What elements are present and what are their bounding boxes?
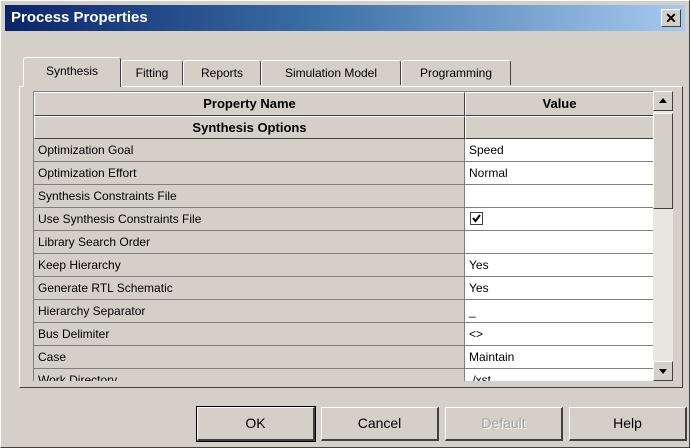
table-row[interactable]: Bus Delimiter <> xyxy=(34,323,653,346)
table-row[interactable]: Optimization Goal Speed xyxy=(34,139,653,162)
table-row[interactable]: Case Maintain xyxy=(34,346,653,369)
property-name: Case xyxy=(34,346,465,369)
property-name: Use Synthesis Constraints File xyxy=(34,208,465,231)
use-constraints-checkbox[interactable] xyxy=(470,212,483,225)
table-row[interactable]: Generate RTL Schematic Yes xyxy=(34,277,653,300)
property-name: Optimization Goal xyxy=(34,139,465,162)
table-row[interactable]: Use Synthesis Constraints File xyxy=(34,208,653,231)
cancel-button[interactable]: Cancel xyxy=(321,407,439,441)
close-icon: ✕ xyxy=(665,10,677,26)
property-grid: Property Name Value Synthesis Options Op… xyxy=(33,91,653,381)
section-row: Synthesis Options xyxy=(34,116,653,139)
column-header-property-name[interactable]: Property Name xyxy=(34,92,465,116)
property-name: Generate RTL Schematic xyxy=(34,277,465,300)
close-button[interactable]: ✕ xyxy=(661,9,681,27)
vertical-scrollbar[interactable] xyxy=(653,91,673,381)
table-row[interactable]: Synthesis Constraints File xyxy=(34,185,653,208)
property-value[interactable] xyxy=(465,231,653,254)
title-bar[interactable]: Process Properties xyxy=(5,5,685,31)
property-value[interactable]: Maintain xyxy=(465,346,653,369)
help-button[interactable]: Help xyxy=(569,407,687,441)
tab-programming[interactable]: Programming xyxy=(401,60,511,85)
property-name: Synthesis Constraints File xyxy=(34,185,465,208)
table-row[interactable]: Keep Hierarchy Yes xyxy=(34,254,653,277)
checkmark-icon xyxy=(472,214,481,223)
table-row[interactable]: Library Search Order xyxy=(34,231,653,254)
tab-synthesis[interactable]: Synthesis xyxy=(23,57,121,87)
property-name: Library Search Order xyxy=(34,231,465,254)
table-row[interactable]: Work Directory ./xst xyxy=(34,369,653,381)
property-value[interactable]: Yes xyxy=(465,254,653,277)
property-value[interactable]: Yes xyxy=(465,277,653,300)
section-label: Synthesis Options xyxy=(34,116,465,139)
default-button[interactable]: Default xyxy=(445,407,563,441)
property-name: Bus Delimiter xyxy=(34,323,465,346)
scroll-up-arrow-icon xyxy=(659,98,667,103)
scroll-up-button[interactable] xyxy=(653,91,673,111)
scroll-thumb[interactable] xyxy=(653,113,673,209)
property-value[interactable]: Speed xyxy=(465,139,653,162)
tab-simulation-model[interactable]: Simulation Model xyxy=(261,60,401,85)
section-value-blank xyxy=(465,116,653,139)
property-value[interactable]: <> xyxy=(465,323,653,346)
property-value[interactable]: ./xst xyxy=(465,369,653,381)
property-name: Hierarchy Separator xyxy=(34,300,465,323)
scroll-down-arrow-icon xyxy=(659,369,667,374)
scroll-down-button[interactable] xyxy=(653,361,673,381)
property-name: Optimization Effort xyxy=(34,162,465,185)
column-header-value[interactable]: Value xyxy=(465,92,653,116)
ok-button[interactable]: OK xyxy=(196,406,316,442)
dialog-title: Process Properties xyxy=(11,9,148,26)
tab-reports[interactable]: Reports xyxy=(183,60,261,85)
property-value[interactable] xyxy=(465,185,653,208)
property-value[interactable]: Normal xyxy=(465,162,653,185)
property-name: Work Directory xyxy=(34,369,465,381)
property-value[interactable] xyxy=(465,208,653,231)
tab-fitting[interactable]: Fitting xyxy=(121,60,183,85)
table-row[interactable]: Hierarchy Separator _ xyxy=(34,300,653,323)
property-name: Keep Hierarchy xyxy=(34,254,465,277)
property-value[interactable]: _ xyxy=(465,300,653,323)
table-row[interactable]: Optimization Effort Normal xyxy=(34,162,653,185)
process-properties-dialog: Process Properties ✕ Synthesis Fitting R… xyxy=(0,0,690,448)
